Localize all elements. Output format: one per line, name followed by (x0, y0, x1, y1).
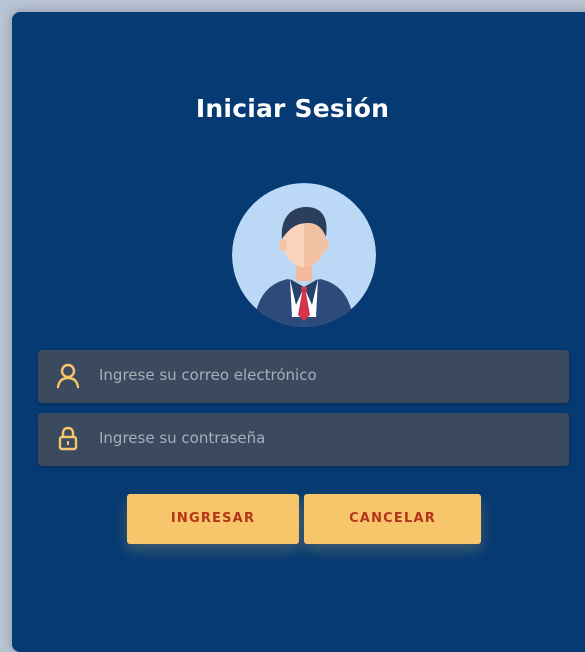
businessman-avatar-icon (232, 183, 376, 327)
password-placeholder: Ingrese su contraseña (99, 429, 266, 447)
email-placeholder: Ingrese su correo electrónico (99, 366, 317, 384)
email-field[interactable]: Ingrese su correo electrónico (38, 350, 569, 403)
avatar (232, 183, 376, 327)
page-title: Iniciar Sesión (195, 94, 390, 123)
user-icon (56, 363, 80, 389)
lock-icon (56, 426, 80, 452)
submit-button[interactable]: INGRESAR (127, 494, 299, 544)
cancel-button[interactable]: CANCELAR (304, 494, 481, 544)
password-field[interactable]: Ingrese su contraseña (38, 413, 569, 466)
